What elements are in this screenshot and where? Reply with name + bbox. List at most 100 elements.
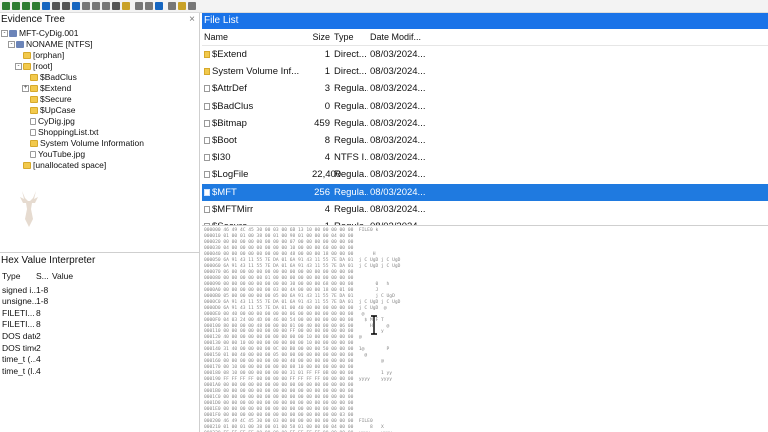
tree-item[interactable]: System Volume Information <box>0 138 199 149</box>
hvi-row[interactable]: time_t (l... 4 <box>0 366 199 378</box>
save-icon[interactable] <box>112 2 120 10</box>
verify-icon[interactable] <box>72 2 80 10</box>
tree-item[interactable]: CyDig.jpg <box>0 116 199 127</box>
key-icon[interactable] <box>178 2 186 10</box>
file-icon <box>204 188 210 196</box>
add-image-icon[interactable] <box>12 2 20 10</box>
hex-view-icon[interactable] <box>155 2 163 10</box>
file-name-cell: System Volume Inf... <box>202 63 312 80</box>
file-size: 1 <box>324 49 330 60</box>
gallery-icon[interactable] <box>145 2 153 10</box>
add-evidence-icon[interactable] <box>2 2 10 10</box>
file-date-modified: 08/03/2024... <box>370 152 426 164</box>
column-header-size[interactable]: Size <box>312 29 332 45</box>
file-type: Regula... <box>334 203 368 215</box>
custom-content-icon[interactable] <box>92 2 100 10</box>
file-name-cell: $BadClus <box>202 98 312 115</box>
help-icon[interactable] <box>188 2 196 10</box>
remove-icon[interactable] <box>32 2 40 10</box>
hvi-row[interactable]: time_t (... 4 <box>0 354 199 366</box>
hvi-value <box>52 308 92 320</box>
hvi-row[interactable]: signed i... 1-8 <box>0 285 199 297</box>
close-icon[interactable]: × <box>189 13 195 27</box>
file-name: $LogFile <box>212 169 249 181</box>
file-row[interactable]: $Extend 1 Direct... 08/03/2024... <box>202 46 768 63</box>
file-name: $AttrDef <box>212 83 247 95</box>
file-type: Direct... <box>334 66 367 78</box>
file-row[interactable]: $AttrDef 3 Regula...08/03/2024... <box>202 80 768 97</box>
collapse-icon[interactable]: - <box>15 63 22 70</box>
tree-item[interactable]: ShoppingList.txt <box>0 127 199 138</box>
decrypt-icon[interactable] <box>102 2 110 10</box>
file-row[interactable]: System Volume Inf... 1 Direct... 08/03/2024… <box>202 63 768 80</box>
tree-item-label: System Volume Information <box>40 138 144 148</box>
capture-memory-icon[interactable] <box>52 2 60 10</box>
hvi-row[interactable]: FILETI... 8 <box>0 308 199 320</box>
hvi-value <box>52 296 92 308</box>
file-icon <box>204 85 210 93</box>
tree-item[interactable]: $UpCase <box>0 105 199 116</box>
file-type: Regula... <box>334 169 368 181</box>
text-view-icon[interactable] <box>168 2 176 10</box>
hvi-row[interactable]: FILETI... 8 <box>0 319 199 331</box>
hvi-value <box>52 331 92 343</box>
hvi-value <box>52 366 92 378</box>
file-row[interactable]: $BadClus 0 Regula...08/03/2024... <box>202 98 768 115</box>
file-icon <box>30 129 36 136</box>
column-header-type[interactable]: Type <box>0 271 36 283</box>
column-header-size[interactable]: S... <box>36 271 52 283</box>
hex-line: 0000A0 00 00 00 00 00 00 03 00 4A 00 00 … <box>204 287 379 293</box>
file-icon <box>204 137 210 145</box>
folder-icon <box>23 162 31 169</box>
file-row[interactable]: $MFT 256 Regula...08/03/2024... <box>202 183 768 201</box>
column-header-name[interactable]: Name <box>202 29 312 45</box>
file-name: $Extend <box>212 49 247 60</box>
file-row[interactable]: $I30 4 NTFS I...08/03/2024... <box>202 149 768 166</box>
tree-item-label: $Secure <box>40 94 72 104</box>
file-row[interactable]: $LogFile 22,400Regula...08/03/2024... <box>202 166 768 183</box>
file-icon <box>204 154 210 162</box>
tree-item[interactable]: $BadClus <box>0 72 199 83</box>
list-view-icon[interactable] <box>135 2 143 10</box>
tree-item[interactable]: YouTube.jpg <box>0 149 199 160</box>
hex-line: 000040 00 00 00 00 00 00 00 00 48 00 00 … <box>204 251 376 257</box>
tree-item-label: $Extend <box>40 83 72 93</box>
expand-icon[interactable]: + <box>22 85 29 92</box>
obtain-protected-icon[interactable] <box>82 2 90 10</box>
file-row[interactable]: $Boot 8 Regula...08/03/2024... <box>202 132 768 149</box>
file-type: Regula... <box>334 100 368 112</box>
folder-icon <box>23 63 31 70</box>
column-header-type[interactable]: Type <box>332 29 368 45</box>
hvi-row[interactable]: unsigne... 1-8 <box>0 296 199 308</box>
hvi-row[interactable]: DOS date 2 <box>0 331 199 343</box>
export-icon[interactable] <box>42 2 50 10</box>
column-header-value[interactable]: Value <box>52 271 92 283</box>
tree-item[interactable]: [orphan] <box>0 50 199 61</box>
file-icon <box>204 205 210 213</box>
hvi-size: 1-8 <box>36 284 49 295</box>
tree-item-label: $UpCase <box>40 105 76 115</box>
file-icon <box>204 171 210 179</box>
hvi-row[interactable]: DOS time 2 <box>0 343 199 355</box>
collapse-icon[interactable]: - <box>8 41 15 48</box>
file-row[interactable]: $MFTMirr 4 Regula...08/03/2024... <box>202 201 768 218</box>
hex-line: 000050 6A 91 43 11 55 7E DA 01 6A 91 43 … <box>204 257 401 263</box>
collapse-icon[interactable]: - <box>1 30 8 37</box>
column-header-date-modified[interactable]: Date Modif... <box>368 29 428 45</box>
hvi-type: time_t (l... <box>2 365 36 376</box>
file-row[interactable]: $Bitmap 459 Regula...08/03/2024... <box>202 115 768 132</box>
add-folder-icon[interactable] <box>22 2 30 10</box>
tree-item[interactable]: - NONAME [NTFS] <box>0 39 199 50</box>
drive-icon <box>9 30 17 37</box>
tree-item[interactable]: - MFT-CyDig.001 <box>0 28 199 39</box>
tree-item[interactable]: $Secure <box>0 94 199 105</box>
tree-item[interactable]: [unallocated space] <box>0 160 199 171</box>
hvi-size: 8 <box>36 307 41 318</box>
file-icon <box>204 119 210 127</box>
file-size: 1 <box>324 66 330 78</box>
tree-item[interactable]: + $Extend <box>0 83 199 94</box>
create-image-icon[interactable] <box>62 2 70 10</box>
tree-item[interactable]: - [root] <box>0 61 199 72</box>
hex-view-panel[interactable]: 000000 46 49 4C 45 30 00 03 00 6B 13 10 … <box>202 225 768 432</box>
image-mounting-icon[interactable] <box>122 2 130 10</box>
